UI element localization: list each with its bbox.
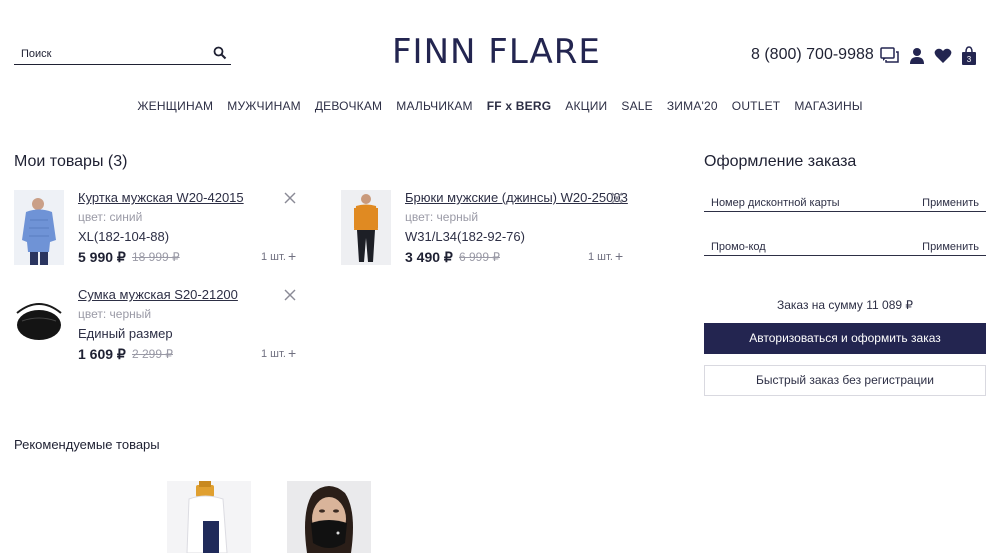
- nav-item-men[interactable]: МУЖЧИНАМ: [227, 99, 301, 113]
- quantity-plus-button[interactable]: +: [288, 248, 296, 264]
- nav-item-girls[interactable]: ДЕВОЧКАМ: [315, 99, 382, 113]
- quick-order-button[interactable]: Быстрый заказ без регистрации: [704, 365, 986, 396]
- product-name-link[interactable]: Брюки мужские (джинсы) W20-25003: [405, 190, 628, 205]
- product-price: 5 990 ₽: [78, 249, 126, 265]
- product-price: 1 609 ₽: [78, 346, 126, 362]
- promo-code-field[interactable]: Промо-код Применить: [704, 234, 986, 256]
- user-icon[interactable]: [909, 47, 925, 65]
- product-price: 3 490 ₽: [405, 249, 453, 265]
- quantity-plus-button[interactable]: +: [288, 345, 296, 361]
- discount-card-label: Номер дисконтной карты: [711, 197, 840, 209]
- product-quantity: 1 шт.: [588, 251, 613, 263]
- order-sum: Заказ на сумму 11 089 ₽: [776, 298, 914, 312]
- search-input[interactable]: Поиск: [14, 45, 231, 65]
- recommended-title: Рекомендуемые товары: [14, 437, 160, 452]
- heart-icon[interactable]: [934, 48, 952, 64]
- apply-promo-button[interactable]: Применить: [922, 241, 979, 253]
- cart-item: Сумка мужская S20-21200 цвет: черный Еди…: [14, 287, 304, 367]
- product-quantity: 1 шт.: [261, 251, 286, 263]
- search-placeholder: Поиск: [21, 48, 52, 60]
- phone-number[interactable]: 8 (800) 700-9988: [751, 46, 874, 64]
- cart-item: Брюки мужские (джинсы) W20-25003 цвет: ч…: [341, 190, 631, 270]
- product-color: цвет: черный: [78, 307, 152, 321]
- bag-image: [14, 287, 64, 362]
- product-image[interactable]: [341, 190, 391, 265]
- remove-item-icon[interactable]: [611, 192, 623, 204]
- product-size: Единый размер: [78, 326, 173, 341]
- logo[interactable]: FINN FLARE: [392, 32, 601, 72]
- nav-item-women[interactable]: ЖЕНЩИНАМ: [137, 99, 213, 113]
- header-icons: 3: [880, 46, 977, 66]
- nav-item-outlet[interactable]: OUTLET: [732, 99, 781, 113]
- cart-item: Куртка мужская W20-42015 цвет: синий XL(…: [14, 190, 304, 270]
- search-icon[interactable]: [213, 46, 227, 60]
- login-and-checkout-button[interactable]: Авторизоваться и оформить заказ: [704, 323, 986, 354]
- recommended-product-image[interactable]: [167, 481, 251, 553]
- detergent-bottle-image: [167, 481, 251, 553]
- quantity-plus-button[interactable]: +: [615, 248, 623, 264]
- nav-item-promotions[interactable]: АКЦИИ: [565, 99, 607, 113]
- apply-discount-button[interactable]: Применить: [922, 197, 979, 209]
- header: Поиск FINN FLARE 8 (800) 700-9988 3: [0, 0, 1000, 90]
- product-color: цвет: черный: [405, 210, 479, 224]
- product-quantity: 1 шт.: [261, 348, 286, 360]
- nav-item-sale[interactable]: SALE: [621, 99, 653, 113]
- product-name-link[interactable]: Сумка мужская S20-21200: [78, 287, 238, 302]
- product-color: цвет: синий: [78, 210, 143, 224]
- discount-card-field[interactable]: Номер дисконтной карты Применить: [704, 190, 986, 212]
- order-title: Оформление заказа: [704, 153, 857, 170]
- product-old-price: 18 999 ₽: [132, 250, 180, 264]
- promo-code-label: Промо-код: [711, 241, 766, 253]
- product-size: W31/L34(182-92-76): [405, 229, 525, 244]
- product-image[interactable]: [14, 287, 64, 362]
- main-nav: ЖЕНЩИНАМ МУЖЧИНАМ ДЕВОЧКАМ МАЛЬЧИКАМ FF …: [0, 99, 1000, 113]
- nav-item-stores[interactable]: МАГАЗИНЫ: [794, 99, 862, 113]
- product-old-price: 2 299 ₽: [132, 347, 173, 361]
- cart-title: Мои товары (3): [14, 153, 128, 170]
- chat-icon[interactable]: [880, 47, 900, 65]
- nav-item-ff-berg[interactable]: FF x BERG: [487, 99, 551, 113]
- remove-item-icon[interactable]: [284, 289, 296, 301]
- recommended-product-image[interactable]: [287, 481, 371, 553]
- jacket-image: [14, 190, 64, 265]
- product-name-link[interactable]: Куртка мужская W20-42015: [78, 190, 244, 205]
- nav-item-boys[interactable]: МАЛЬЧИКАМ: [396, 99, 473, 113]
- face-mask-image: [287, 481, 371, 553]
- remove-item-icon[interactable]: [284, 192, 296, 204]
- product-size: XL(182-104-88): [78, 229, 170, 244]
- bag-icon[interactable]: 3: [961, 46, 977, 66]
- cart-count: 3: [967, 55, 972, 64]
- product-image[interactable]: [14, 190, 64, 265]
- nav-item-winter[interactable]: ЗИМА'20: [667, 99, 718, 113]
- jeans-image: [341, 190, 391, 265]
- product-old-price: 6 999 ₽: [459, 250, 500, 264]
